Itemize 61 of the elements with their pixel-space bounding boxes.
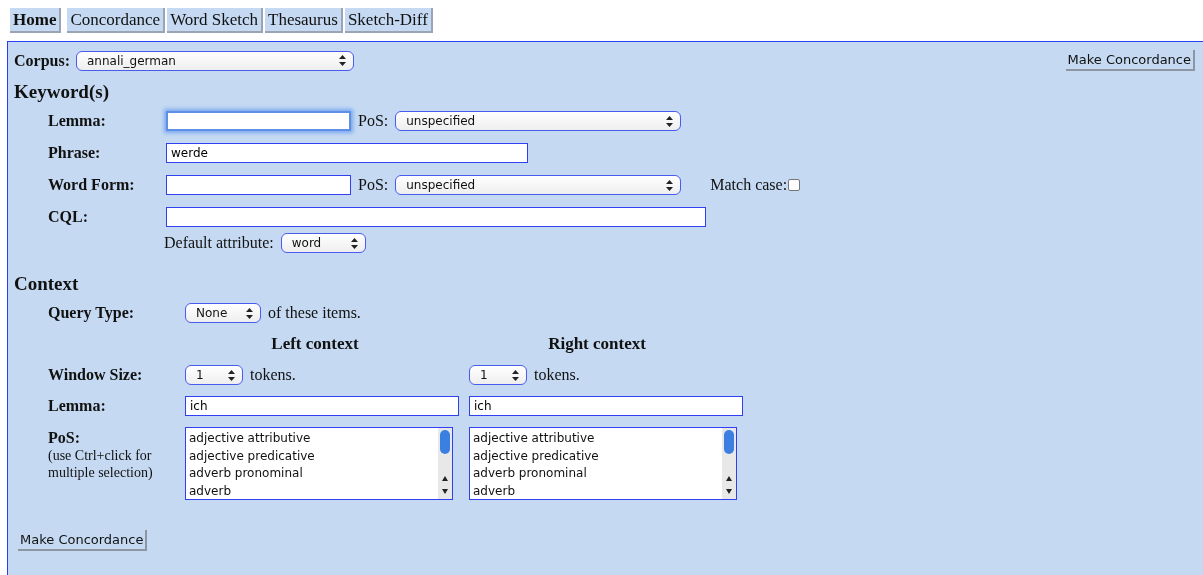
field-label: Window Size:	[48, 366, 144, 384]
corpus-label: Corpus:	[14, 51, 70, 70]
text-field[interactable]	[166, 207, 706, 227]
pos-label: PoS:	[358, 112, 389, 130]
field-label: Lemma:	[48, 111, 107, 131]
list-box[interactable]: adjective attributive adjective predicative adverb pronominal adverb	[469, 427, 737, 500]
match-case-label: Match case:	[710, 176, 788, 194]
make-concordance-button[interactable]: Make Concordance	[18, 530, 148, 551]
updown-arrows-icon	[246, 307, 253, 319]
updown-arrows-icon	[350, 237, 358, 249]
field-label: Query Type:	[48, 304, 136, 322]
scrollbar[interactable]	[722, 428, 736, 499]
scrollbar[interactable]	[438, 428, 452, 499]
list-option[interactable]: adverb	[473, 482, 719, 500]
list-box[interactable]: adjective attributive adjective predicative adverb pronominal adverb	[185, 427, 453, 500]
text-field[interactable]: ich	[469, 396, 743, 416]
field-label: Phrase:	[48, 143, 102, 163]
tab[interactable]: Thesaurus	[265, 8, 343, 33]
make-concordance-button[interactable]: Make Concordance	[1065, 50, 1195, 71]
text-field[interactable]	[166, 175, 351, 195]
updown-arrows-icon	[666, 115, 674, 127]
dropdown[interactable]: 1	[469, 365, 527, 385]
list-option[interactable]: adverb pronominal	[473, 465, 719, 483]
text-field[interactable]	[166, 111, 351, 131]
tab[interactable]: Home	[10, 8, 62, 33]
section-heading: Keyword(s)	[14, 81, 110, 103]
tab[interactable]: Concordance	[67, 8, 166, 33]
list-option[interactable]: adjective attributive	[473, 430, 719, 448]
tab[interactable]: Word Sketch	[167, 8, 263, 33]
field-label: Lemma:	[48, 397, 107, 415]
query-type-suffix: of these items.	[268, 304, 361, 322]
dropdown[interactable]: None	[185, 303, 261, 323]
dropdown[interactable]: word	[280, 233, 366, 253]
updown-arrows-icon	[666, 179, 674, 191]
list-option[interactable]: adverb pronominal	[189, 465, 435, 483]
dropdown[interactable]: unspecified	[395, 175, 682, 195]
field-label: CQL:	[48, 207, 89, 227]
updown-arrows-icon	[512, 369, 519, 381]
dropdown[interactable]: unspecified	[395, 111, 682, 131]
list-option[interactable]: adjective attributive	[189, 430, 435, 448]
column-heading: Right context	[547, 334, 647, 354]
dropdown[interactable]: annali_german	[76, 50, 354, 71]
updown-arrows-icon	[339, 55, 346, 66]
column-heading: Left context	[270, 334, 360, 354]
tokens-label: tokens.	[250, 366, 296, 384]
dropdown[interactable]: 1	[185, 365, 243, 385]
list-option[interactable]: adverb	[189, 482, 435, 500]
checkbox[interactable]	[788, 179, 801, 191]
default-attribute-label: Default attribute:	[164, 234, 274, 252]
tab[interactable]: Sketch-Diff	[344, 8, 433, 33]
updown-arrows-icon	[228, 369, 235, 381]
text-field[interactable]: ich	[185, 396, 459, 416]
section-heading: Context	[14, 273, 80, 295]
field-label: PoS:	[48, 429, 81, 447]
tokens-label: tokens.	[534, 366, 580, 384]
hint-text: (use Ctrl+click for multiple selection)	[48, 447, 154, 481]
text-field[interactable]: werde	[166, 143, 528, 163]
field-label: Word Form:	[48, 175, 136, 195]
pos-label: PoS:	[358, 176, 389, 194]
list-option[interactable]: adjective predicative	[473, 447, 719, 465]
list-option[interactable]: adjective predicative	[189, 447, 435, 465]
